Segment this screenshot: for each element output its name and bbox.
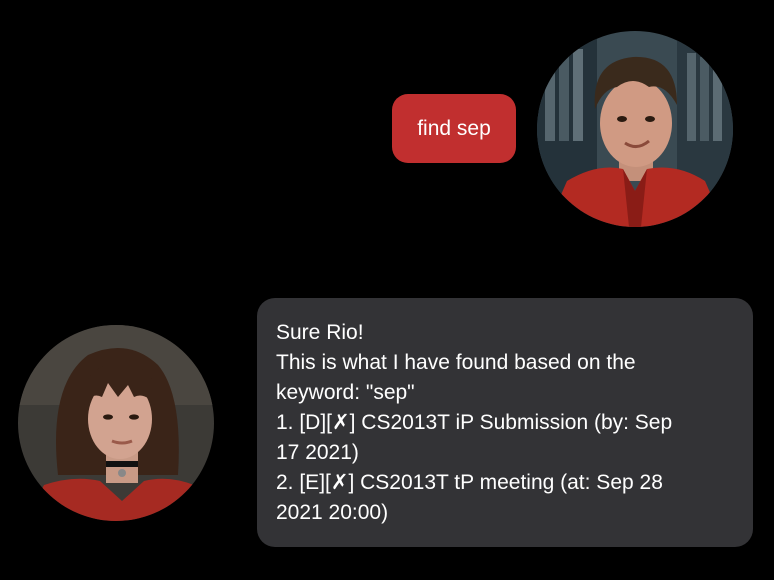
bot-message-line: This is what I have found based on the — [276, 351, 636, 374]
bot-message-line: 1. [D][✗] CS2013T iP Submission (by: Sep — [276, 411, 673, 434]
bot-message-bubble: Sure Rio! This is what I have found base… — [257, 298, 753, 547]
bot-message-line: 17 2021) — [276, 441, 359, 464]
user-message-bubble: find sep — [392, 94, 516, 163]
bot-message-line: keyword: "sep" — [276, 381, 415, 404]
user-avatar — [537, 31, 733, 227]
bot-message-line: Sure Rio! — [276, 321, 364, 344]
bot-message-line: 2. [E][✗] CS2013T tP meeting (at: Sep 28 — [276, 471, 663, 494]
bot-message-line: 2021 20:00) — [276, 501, 389, 524]
user-message-text: find sep — [417, 116, 491, 140]
bot-avatar — [18, 325, 214, 521]
